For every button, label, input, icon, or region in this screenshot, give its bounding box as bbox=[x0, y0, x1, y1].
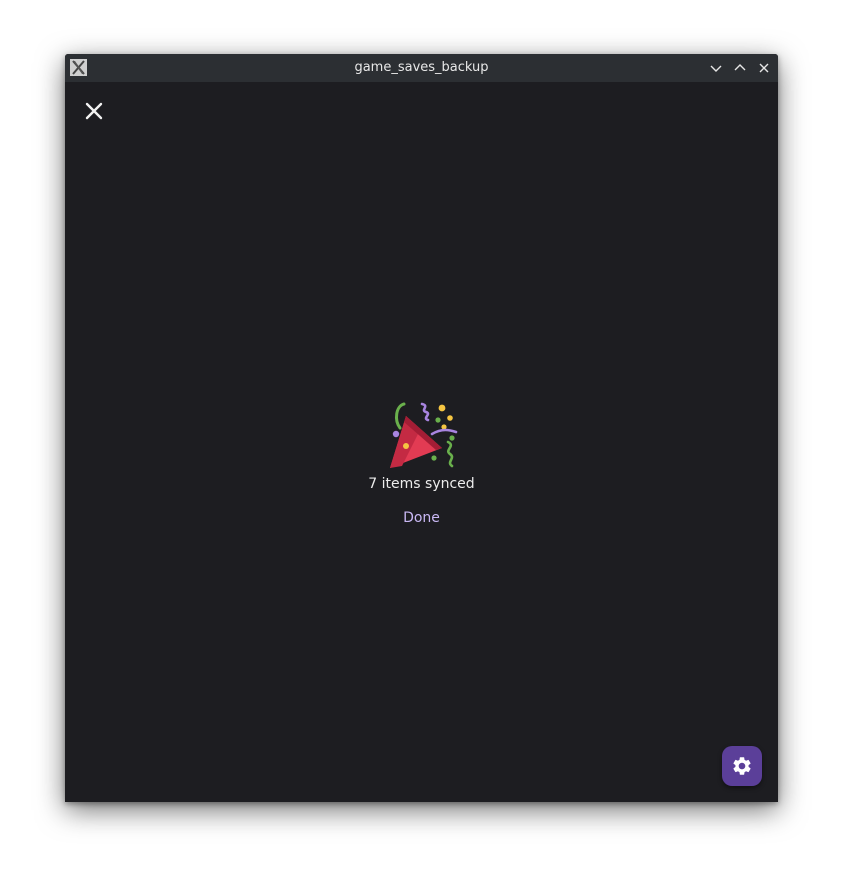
chevron-up-icon bbox=[734, 64, 746, 71]
minimize-button[interactable] bbox=[707, 59, 725, 77]
maximize-button[interactable] bbox=[731, 59, 749, 77]
sync-status-text: 7 items synced bbox=[368, 476, 475, 492]
app-window: game_saves_backup 7 items synced Done bbox=[65, 54, 778, 802]
title-bar[interactable]: game_saves_backup bbox=[65, 54, 778, 82]
done-button[interactable]: Done bbox=[403, 508, 440, 528]
close-icon bbox=[85, 102, 103, 120]
window-close-button[interactable] bbox=[755, 59, 773, 77]
window-title: game_saves_backup bbox=[354, 60, 489, 75]
sync-complete-panel: 7 items synced Done bbox=[65, 400, 778, 528]
chevron-down-icon bbox=[710, 65, 722, 72]
close-icon bbox=[759, 63, 769, 73]
party-popper-icon bbox=[389, 402, 457, 468]
settings-button[interactable] bbox=[722, 746, 762, 786]
dismiss-button[interactable] bbox=[83, 100, 105, 122]
gear-icon bbox=[733, 757, 751, 775]
